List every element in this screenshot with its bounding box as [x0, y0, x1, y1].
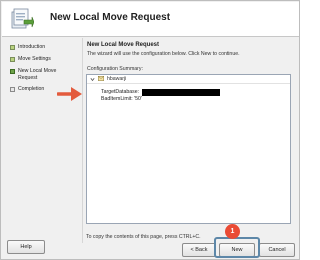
cancel-button[interactable]: Cancel: [259, 243, 295, 257]
wizard-steps: Introduction Move Settings New Local Mov…: [2, 38, 82, 238]
copy-hint: To copy the contents of this page, press…: [86, 234, 201, 240]
step-label: Introduction: [18, 44, 46, 50]
step-label: New Local Move Request: [18, 68, 57, 81]
step-label: Completion: [18, 86, 45, 92]
move-request-icon: [11, 8, 34, 29]
collapse-chevron-icon[interactable]: [90, 77, 95, 82]
arrow-icon: [57, 87, 82, 101]
step-completion[interactable]: Completion: [10, 86, 44, 93]
configuration-summary[interactable]: hbawarji TargetDatabase: BadItemLimit: '…: [86, 74, 291, 224]
wizard-title: New Local Move Request: [50, 12, 171, 23]
redaction-bar: [142, 88, 221, 96]
summary-row-bad-item-limit: BadItemLimit: '50': [101, 95, 142, 103]
step-introduction[interactable]: Introduction: [10, 44, 45, 51]
summary-row-label: BadItemLimit: '50': [101, 96, 142, 102]
content-description: The wizard will use the configuration be…: [87, 51, 240, 57]
step-move-settings[interactable]: Move Settings: [10, 56, 51, 63]
step-complete-icon: [10, 45, 15, 50]
step-badge: 1: [225, 224, 240, 239]
wizard-window: New Local Move Request Introduction Move…: [0, 0, 300, 260]
step-label: Move Settings: [18, 56, 51, 62]
content-title: New Local Move Request: [87, 42, 160, 48]
step-complete-icon: [10, 57, 15, 62]
summary-group-name: hbawarji: [107, 76, 127, 82]
step-new-local-move-request[interactable]: New Local Move Request: [10, 68, 66, 82]
help-button[interactable]: Help: [7, 240, 45, 254]
back-button[interactable]: < Back: [182, 243, 216, 257]
wizard-header: New Local Move Request: [2, 2, 299, 37]
summary-label: Configuration Summary:: [87, 66, 143, 72]
summary-group-header[interactable]: hbawarji: [87, 75, 290, 84]
mailbox-icon: [98, 75, 104, 83]
step-pending-icon: [10, 87, 15, 92]
new-button-highlight: [214, 237, 260, 258]
wizard-content: New Local Move Request The wizard will u…: [82, 38, 299, 243]
step-current-icon: [10, 69, 15, 74]
